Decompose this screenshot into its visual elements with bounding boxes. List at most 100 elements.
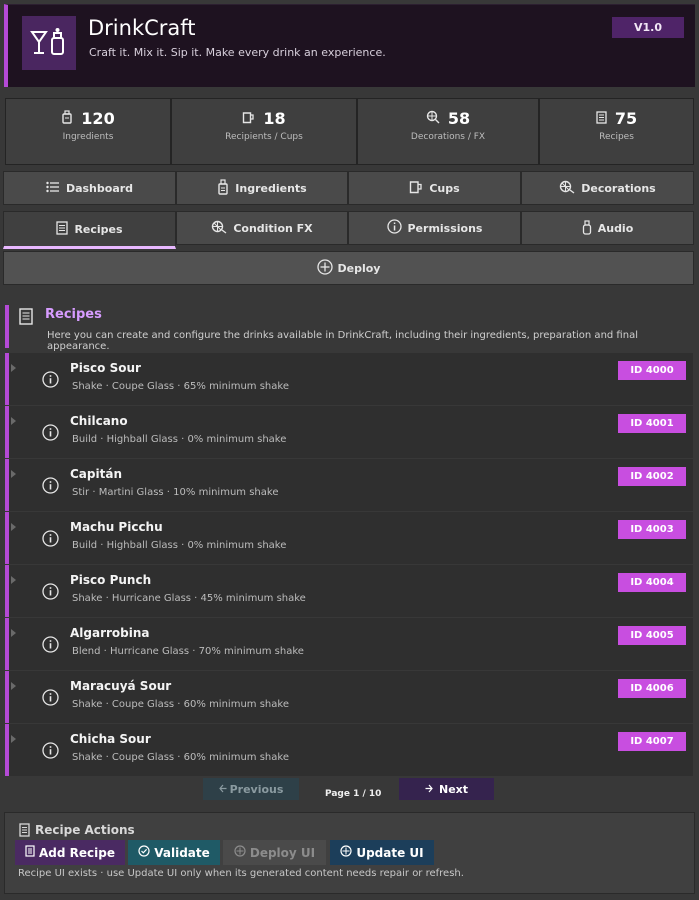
tab-label: Ingredients bbox=[235, 181, 307, 195]
info-icon bbox=[386, 219, 402, 237]
section-title: Recipes bbox=[45, 307, 102, 322]
expand-caret-icon[interactable] bbox=[11, 682, 16, 690]
bottle-icon bbox=[61, 109, 73, 128]
recipe-row[interactable]: Capitán Stir · Martini Glass · 10% minim… bbox=[5, 459, 693, 511]
info-icon[interactable] bbox=[42, 689, 59, 710]
update-ui-button[interactable]: Update UI bbox=[330, 840, 434, 865]
tab-deploy[interactable]: Deploy bbox=[3, 251, 694, 285]
cup-icon bbox=[242, 109, 255, 128]
stat-label: Decorations / FX bbox=[410, 132, 486, 142]
recipe-row[interactable]: Algarrobina Blend · Hurricane Glass · 70… bbox=[5, 618, 693, 670]
recipe-id-badge: ID 4000 bbox=[618, 361, 686, 380]
recipe-id-badge: ID 4004 bbox=[618, 573, 686, 592]
deploy-ui-label: Deploy UI bbox=[249, 845, 316, 860]
update-ui-label: Update UI bbox=[356, 845, 424, 860]
recipe-meta: Blend · Hurricane Glass · 70% minimum sh… bbox=[72, 646, 304, 657]
app-tagline: Craft it. Mix it. Sip it. Make every dri… bbox=[89, 46, 386, 59]
tab-label: Decorations bbox=[581, 181, 656, 195]
stat-value: 58 bbox=[447, 109, 471, 128]
expand-caret-icon[interactable] bbox=[11, 417, 16, 425]
recipe-name: Maracuyá Sour bbox=[70, 679, 172, 693]
tab-permissions[interactable]: Permissions bbox=[348, 211, 521, 245]
recipe-row[interactable]: Pisco Sour Shake · Coupe Glass · 65% min… bbox=[5, 353, 693, 405]
recipe-name: Chilcano bbox=[70, 414, 128, 428]
tab-recipes[interactable]: Recipes bbox=[3, 211, 176, 249]
info-icon[interactable] bbox=[42, 371, 59, 392]
recipe-row[interactable]: Machu Picchu Build · Highball Glass · 0%… bbox=[5, 512, 693, 564]
recipe-meta: Stir · Martini Glass · 10% minimum shake bbox=[72, 487, 279, 498]
recipe-name: Algarrobina bbox=[70, 626, 150, 640]
recipe-meta: Shake · Coupe Glass · 60% minimum shake bbox=[72, 752, 289, 763]
info-icon[interactable] bbox=[42, 636, 59, 657]
recipe-name: Machu Picchu bbox=[70, 520, 163, 534]
info-icon[interactable] bbox=[42, 530, 59, 551]
tab-label: Condition FX bbox=[233, 221, 313, 235]
info-icon[interactable] bbox=[42, 583, 59, 604]
version-badge: V1.0 bbox=[612, 17, 684, 38]
stat-card-decorations: 58 Decorations / FX bbox=[357, 98, 539, 165]
tab-label: Audio bbox=[597, 221, 634, 235]
document-icon bbox=[56, 220, 69, 238]
info-icon[interactable] bbox=[42, 742, 59, 763]
app-header: DrinkCraft Craft it. Mix it. Sip it. Mak… bbox=[4, 4, 695, 87]
validate-label: Validate bbox=[154, 845, 210, 860]
expand-caret-icon[interactable] bbox=[11, 576, 16, 584]
tab-audio[interactable]: Audio bbox=[521, 211, 694, 245]
arrow-left-icon bbox=[218, 783, 227, 796]
expand-caret-icon[interactable] bbox=[11, 364, 16, 372]
actions-note: Recipe UI exists · use Update UI only wh… bbox=[18, 868, 464, 879]
citrus-icon bbox=[211, 220, 227, 237]
cocktail-glass-shaker-icon bbox=[22, 16, 76, 70]
bottle-icon bbox=[582, 219, 592, 238]
expand-caret-icon[interactable] bbox=[11, 735, 16, 743]
bottle-icon bbox=[217, 178, 229, 198]
stat-value: 75 bbox=[614, 109, 638, 128]
recipe-id-badge: ID 4006 bbox=[618, 679, 686, 698]
section-description: Here you can create and configure the dr… bbox=[47, 330, 638, 352]
list-icon bbox=[46, 181, 60, 196]
expand-caret-icon[interactable] bbox=[11, 523, 16, 531]
tab-label: Permissions bbox=[407, 221, 483, 235]
deploy-ui-button[interactable]: Deploy UI bbox=[223, 840, 326, 865]
recipe-row[interactable]: Chicha Sour Shake · Coupe Glass · 60% mi… bbox=[5, 724, 693, 776]
app-title: DrinkCraft bbox=[88, 16, 196, 40]
next-label: Next bbox=[438, 782, 469, 796]
previous-page-button[interactable]: Previous bbox=[203, 778, 299, 800]
recipe-row[interactable]: Maracuyá Sour Shake · Coupe Glass · 60% … bbox=[5, 671, 693, 723]
check-circle-icon bbox=[138, 845, 150, 860]
info-icon[interactable] bbox=[42, 424, 59, 445]
recipe-id-badge: ID 4005 bbox=[618, 626, 686, 645]
tab-dashboard[interactable]: Dashboard bbox=[3, 171, 176, 205]
stat-value: 18 bbox=[263, 109, 286, 128]
info-icon[interactable] bbox=[42, 477, 59, 498]
recipe-row[interactable]: Pisco Punch Shake · Hurricane Glass · 45… bbox=[5, 565, 693, 617]
next-page-button[interactable]: Next bbox=[399, 778, 494, 800]
expand-caret-icon[interactable] bbox=[11, 470, 16, 478]
recipe-meta: Build · Highball Glass · 0% minimum shak… bbox=[72, 434, 287, 445]
tab-ingredients[interactable]: Ingredients bbox=[176, 171, 348, 205]
citrus-icon bbox=[426, 109, 440, 128]
tab-label: Deploy bbox=[337, 261, 381, 275]
add-recipe-button[interactable]: Add Recipe bbox=[15, 840, 125, 865]
globe-plus-icon bbox=[340, 845, 352, 860]
recipe-id-badge: ID 4002 bbox=[618, 467, 686, 486]
tab-decorations[interactable]: Decorations bbox=[521, 171, 694, 205]
validate-button[interactable]: Validate bbox=[128, 840, 220, 865]
expand-caret-icon[interactable] bbox=[11, 629, 16, 637]
arrow-right-icon bbox=[425, 783, 433, 796]
tab-cups[interactable]: Cups bbox=[348, 171, 521, 205]
recipe-name: Chicha Sour bbox=[70, 732, 151, 746]
actions-title: Recipe Actions bbox=[35, 823, 135, 837]
tab-condition-fx[interactable]: Condition FX bbox=[176, 211, 348, 245]
globe-plus-icon bbox=[316, 258, 333, 278]
stat-card-cups: 18 Recipients / Cups bbox=[171, 98, 357, 165]
previous-label: Previous bbox=[229, 782, 284, 796]
recipe-row[interactable]: Chilcano Build · Highball Glass · 0% min… bbox=[5, 406, 693, 458]
stat-value: 120 bbox=[81, 109, 115, 128]
recipe-meta: Shake · Coupe Glass · 65% minimum shake bbox=[72, 381, 289, 392]
stat-label: Recipients / Cups bbox=[225, 132, 303, 142]
document-icon bbox=[596, 109, 607, 128]
recipe-id-badge: ID 4003 bbox=[618, 520, 686, 539]
document-icon bbox=[25, 845, 35, 860]
recipe-name: Capitán bbox=[70, 467, 122, 481]
